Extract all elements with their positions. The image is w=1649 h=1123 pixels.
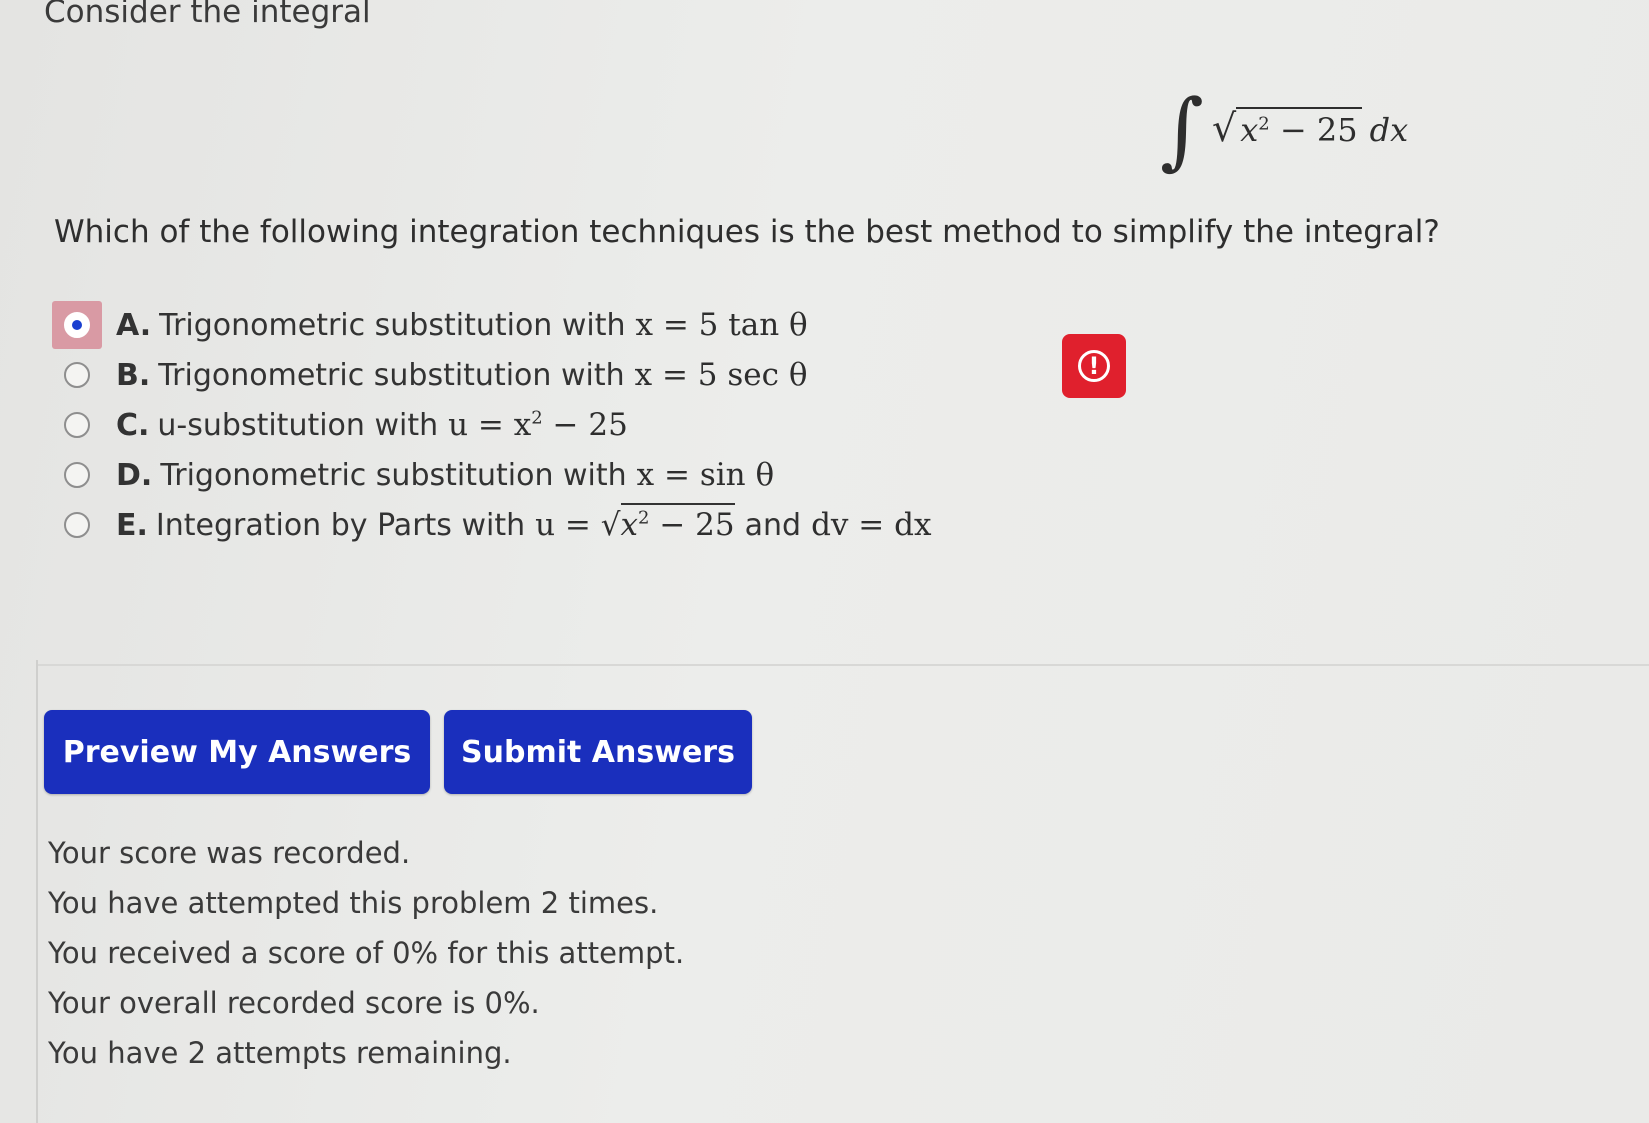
option-math: x = 5 sec θ — [634, 357, 808, 393]
option-b[interactable]: B. Trigonometric substitution with x = 5… — [52, 350, 931, 400]
differential: dx — [1369, 111, 1409, 149]
status-line: You received a score of 0% for this atte… — [48, 936, 685, 970]
alert-icon[interactable]: ! — [1062, 334, 1126, 398]
radio-wrap-e[interactable] — [52, 501, 102, 549]
option-letter: E. — [116, 507, 148, 543]
status-line: You have attempted this problem 2 times. — [48, 886, 659, 920]
radio-button-d[interactable] — [64, 462, 90, 488]
problem-prompt: Consider the integral — [44, 0, 371, 30]
radio-wrap-b[interactable] — [52, 351, 102, 399]
option-letter: C. — [116, 407, 150, 443]
integrand: √ x2 − 25 dx — [1212, 106, 1408, 150]
status-line: You have 2 attempts remaining. — [48, 1036, 512, 1070]
answer-options: A. Trigonometric substitution with x = 5… — [52, 300, 931, 550]
submit-answers-button[interactable]: Submit Answers — [444, 710, 752, 794]
option-text: u-substitution with — [157, 407, 439, 443]
option-math-dv: dv = dx — [811, 507, 932, 543]
radio-button-c[interactable] — [64, 412, 90, 438]
score-status: Your score was recorded. You have attemp… — [48, 828, 684, 1078]
status-line: Your overall recorded score is 0%. — [48, 986, 540, 1020]
option-math: x = sin θ — [636, 457, 775, 493]
radio-wrap-d[interactable] — [52, 451, 102, 499]
option-c[interactable]: C. u-substitution with u = x2 − 25 — [52, 400, 931, 450]
integral-sign: ∫ — [1160, 81, 1204, 179]
option-e[interactable]: E. Integration by Parts with u = √x2 − 2… — [52, 500, 931, 550]
radio-button-a[interactable] — [64, 312, 90, 338]
radio-button-b[interactable] — [64, 362, 90, 388]
option-letter: A. — [116, 307, 152, 343]
option-math: x = 5 tan θ — [635, 307, 808, 343]
status-line: Your score was recorded. — [48, 836, 411, 870]
option-letter: D. — [116, 457, 153, 493]
option-math: u = √x2 − 25 — [535, 503, 735, 543]
radicand: x2 − 25 — [1236, 107, 1362, 149]
question-text: Which of the following integration techn… — [54, 214, 1440, 250]
problem-page: Consider the integral ∫ √ x2 − 25 dx Which… — [0, 0, 1649, 1123]
left-border — [36, 660, 38, 1123]
radio-button-e[interactable] — [64, 512, 90, 538]
option-text: Trigonometric substitution with — [159, 307, 626, 343]
option-math: u = x2 − 25 — [448, 407, 628, 443]
sqrt-symbol: √ — [1212, 106, 1237, 150]
radio-wrap-c[interactable] — [52, 401, 102, 449]
option-and: and — [744, 507, 802, 543]
section-divider — [38, 664, 1649, 666]
option-text: Integration by Parts with — [155, 507, 526, 543]
option-text: Trigonometric substitution with — [158, 357, 625, 393]
option-text: Trigonometric substitution with — [160, 457, 627, 493]
option-d[interactable]: D. Trigonometric substitution with x = s… — [52, 450, 931, 500]
radio-wrap-a[interactable] — [52, 301, 102, 349]
preview-answers-button[interactable]: Preview My Answers — [44, 710, 430, 794]
exclamation-icon: ! — [1078, 350, 1110, 382]
option-a[interactable]: A. Trigonometric substitution with x = 5… — [52, 300, 931, 350]
option-letter: B. — [116, 357, 151, 393]
